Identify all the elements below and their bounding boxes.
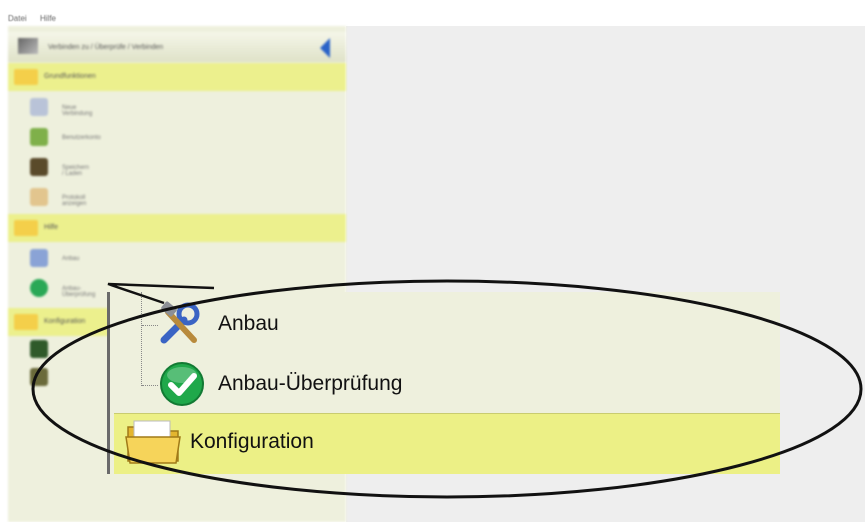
- folder-icon: [14, 220, 38, 236]
- wrench-icon: [30, 249, 48, 267]
- sidebar-group-grundfunktionen[interactable]: Grundfunktionen: [8, 63, 346, 91]
- sidebar-item-label: Neue Verbindung: [62, 105, 93, 117]
- sidebar-item-label: Speichern / Laden: [62, 165, 90, 177]
- sidebar-group-label: Konfiguration: [44, 318, 86, 325]
- pin-icon[interactable]: [18, 38, 38, 54]
- sidebar-header: Verbinden zu / Überprüfe / Verbinden: [8, 32, 346, 62]
- sidebar-item-label: Benutzerkonto: [62, 135, 101, 141]
- green-check-icon: [160, 362, 204, 406]
- collapse-icon[interactable]: [320, 38, 330, 58]
- magnified-panel: Anbau Anbau-Überprüfung Konfiguration: [107, 292, 780, 474]
- folder-icon: [14, 314, 38, 330]
- document-icon: [30, 188, 48, 206]
- disk-icon: [30, 158, 48, 176]
- sidebar-group-hilfe[interactable]: Hilfe: [8, 214, 346, 242]
- tree-group-label: Konfiguration: [190, 430, 314, 453]
- monitor-icon: [30, 340, 48, 358]
- network-icon: [30, 98, 48, 116]
- tree-group-konfiguration[interactable]: Konfiguration: [114, 413, 780, 474]
- sidebar-group-label: Hilfe: [44, 224, 59, 231]
- menubar: Datei Hilfe: [0, 0, 865, 26]
- sidebar-item-label: Anbau: [62, 256, 80, 262]
- tree-item-label: Anbau-Überprüfung: [218, 372, 403, 395]
- folder-icon: [14, 69, 38, 85]
- wrench-icon: [160, 301, 200, 344]
- sidebar-item-label: Protokoll anzeigen: [62, 195, 87, 207]
- sidebar-title: Verbinden zu / Überprüfe / Verbinden: [48, 44, 164, 51]
- check-icon: [30, 279, 48, 297]
- menu-datei[interactable]: Datei: [8, 14, 27, 23]
- menu-hilfe[interactable]: Hilfe: [40, 14, 56, 23]
- folder-icon: [125, 420, 181, 464]
- sidebar-group-label: Grundfunktionen: [44, 73, 96, 80]
- tools-icon: [30, 368, 48, 386]
- user-icon: [30, 128, 48, 146]
- sidebar-item-label: Anbau-Überprüfung: [62, 286, 96, 298]
- tree-item-label: Anbau: [218, 312, 279, 335]
